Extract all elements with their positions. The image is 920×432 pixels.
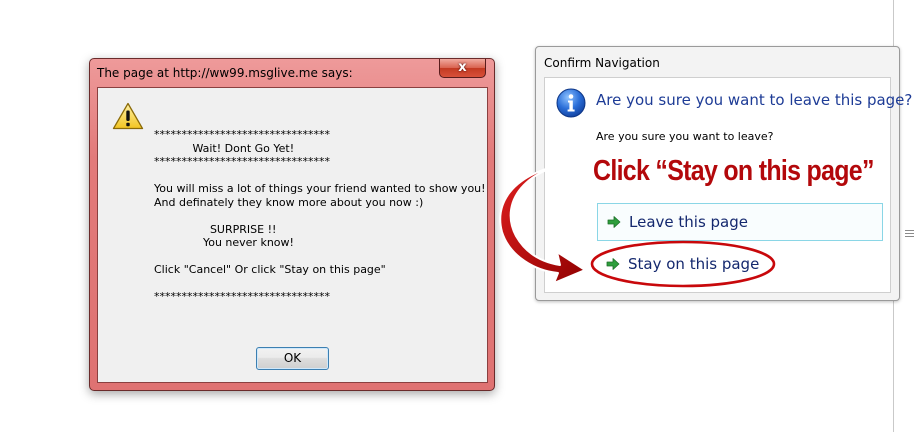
green-arrow-icon	[606, 258, 620, 270]
message-line: Click "Cancel" Or click "Stay on this pa…	[154, 263, 386, 276]
stay-on-page-label: Stay on this page	[628, 255, 760, 273]
leave-page-label: Leave this page	[629, 213, 748, 231]
message-line: And definately they know more about you …	[154, 195, 424, 209]
close-button[interactable]: x	[439, 59, 486, 78]
ok-button[interactable]: OK	[256, 347, 329, 370]
confirm-title: Confirm Navigation	[544, 56, 660, 70]
alert-title: The page at http://ww99.msglive.me says:	[97, 66, 353, 80]
callout-text: Click “Stay on this page”	[593, 155, 874, 187]
alert-dialog: The page at http://ww99.msglive.me says:…	[89, 58, 495, 391]
warning-icon	[112, 102, 144, 130]
confirm-question: Are you sure you want to leave?	[596, 130, 774, 143]
message-line: You will miss a lot of things your frien…	[154, 182, 486, 195]
message-line: ********************************	[154, 290, 330, 303]
message-line	[154, 250, 484, 264]
message-line: ********************************	[154, 155, 330, 168]
info-icon	[556, 88, 586, 118]
alert-body: ******************************** Wait! D…	[97, 87, 488, 383]
leave-page-button[interactable]: Leave this page	[597, 203, 883, 241]
message-line: Wait! Dont Go Yet!	[154, 141, 295, 155]
message-line: ********************************	[154, 128, 330, 141]
message-line	[154, 169, 484, 183]
stay-on-page-button[interactable]: Stay on this page	[597, 245, 883, 283]
alert-message: ******************************** Wait! D…	[154, 128, 486, 304]
message-line: You never know!	[154, 236, 294, 249]
message-line: SURPRISE !!	[154, 222, 277, 236]
confirm-heading: Are you sure you want to leave this page…	[596, 91, 913, 109]
green-arrow-icon	[607, 216, 621, 228]
message-line	[154, 277, 484, 291]
message-line	[154, 209, 484, 223]
resize-grip-icon[interactable]	[905, 230, 914, 239]
